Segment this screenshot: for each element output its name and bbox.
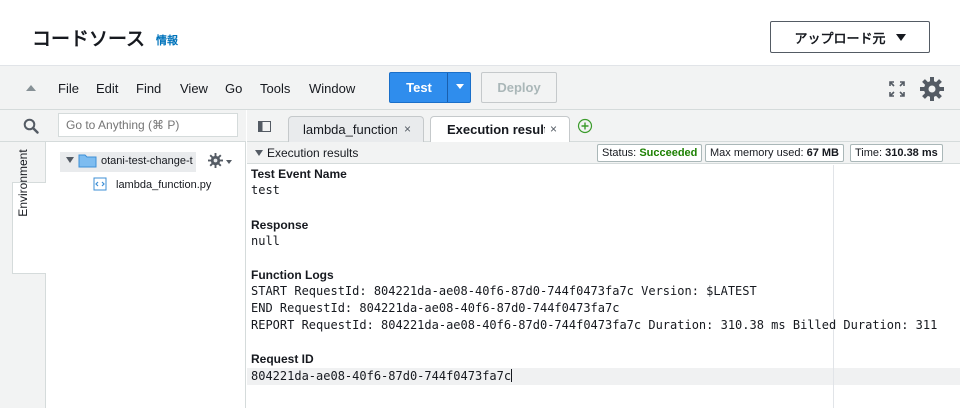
settings-gear-icon[interactable]	[919, 76, 945, 102]
goto-anything-input[interactable]	[58, 113, 238, 137]
folder-settings-caret-icon[interactable]	[226, 160, 232, 164]
response-label: Response	[251, 218, 309, 232]
test-event-name-value: test	[251, 183, 280, 197]
folder-icon	[78, 154, 97, 168]
test-button-divider	[447, 73, 448, 102]
goto-search-row	[0, 110, 246, 142]
menu-window[interactable]: Window	[309, 81, 355, 96]
print-margin-line	[833, 165, 834, 408]
memory-value: 67 MB	[806, 147, 839, 159]
status-value: Succeeded	[639, 147, 698, 159]
status-label: Status:	[602, 147, 637, 159]
close-icon[interactable]: ×	[550, 122, 557, 136]
tab-lambda-function-label: lambda_function	[303, 122, 397, 137]
test-event-name-label: Test Event Name	[251, 167, 347, 181]
time-label: Time:	[855, 147, 883, 159]
menu-edit[interactable]: Edit	[96, 81, 118, 96]
request-id-label: Request ID	[251, 352, 314, 366]
environment-tab-label: Environment	[16, 149, 30, 217]
upload-from-label: アップロード元	[794, 31, 886, 47]
results-panel-title: Execution results	[267, 146, 359, 160]
memory-badge: Max memory used: 67 MB	[705, 144, 844, 162]
results-collapse-caret-icon[interactable]	[255, 150, 263, 156]
menu-find[interactable]: Find	[136, 81, 161, 96]
tab-execution-results[interactable]: Execution results ×	[430, 116, 570, 143]
time-badge: Time: 310.38 ms	[850, 144, 943, 162]
menu-file[interactable]: File	[58, 81, 79, 96]
tree-expand-caret-icon[interactable]	[66, 157, 74, 163]
page-header: コードソース 情報 アップロード元	[0, 0, 960, 66]
python-file-icon	[93, 177, 107, 191]
deploy-button[interactable]: Deploy	[481, 72, 557, 103]
request-id-text: 804221da-ae08-40f6-87d0-744f0473fa7c	[251, 369, 512, 383]
tab-lambda-function[interactable]: lambda_function ×	[288, 116, 424, 143]
tab-execution-results-label: Execution results	[447, 122, 545, 137]
folder-name[interactable]: otani-test-change-t	[101, 155, 197, 167]
menu-tools[interactable]: Tools	[260, 81, 290, 96]
test-button[interactable]: Test	[389, 72, 471, 103]
time-value: 310.38 ms	[885, 147, 938, 159]
tabs-menu-icon[interactable]	[258, 121, 271, 132]
log-line-start: START RequestId: 804221da-ae08-40f6-87d0…	[251, 284, 757, 298]
ide-menubar: File Edit Find View Go Tools Window	[0, 66, 960, 110]
status-badge: Status: Succeeded	[597, 144, 703, 162]
environment-tab[interactable]: Environment	[12, 149, 46, 274]
folder-settings-gear-icon[interactable]	[208, 153, 223, 168]
menu-go[interactable]: Go	[225, 81, 242, 96]
page-title: コードソース	[32, 28, 146, 50]
memory-label: Max memory used:	[710, 147, 804, 159]
side-tab-strip: Environment	[0, 142, 46, 408]
test-button-label: Test	[406, 80, 432, 95]
caret-down-icon	[895, 33, 906, 41]
function-logs-label: Function Logs	[251, 268, 334, 282]
file-lambda-function[interactable]: lambda_function.py	[116, 179, 211, 191]
info-link[interactable]: 情報	[156, 32, 178, 48]
add-tab-icon[interactable]	[577, 118, 593, 134]
upload-from-button[interactable]: アップロード元	[770, 21, 930, 53]
test-dropdown-caret-icon[interactable]	[456, 84, 464, 89]
close-icon[interactable]: ×	[404, 122, 411, 136]
log-line-end: END RequestId: 804221da-ae08-40f6-87d0-7…	[251, 301, 620, 315]
log-line-report: REPORT RequestId: 804221da-ae08-40f6-87d…	[251, 318, 938, 332]
collapse-up-icon[interactable]	[26, 85, 36, 91]
menu-view[interactable]: View	[180, 81, 208, 96]
fullscreen-icon[interactable]	[888, 80, 906, 98]
response-value: null	[251, 234, 280, 248]
request-id-value[interactable]: 804221da-ae08-40f6-87d0-744f0473fa7c	[251, 369, 513, 383]
text-cursor	[511, 369, 513, 382]
search-icon[interactable]	[23, 118, 39, 134]
